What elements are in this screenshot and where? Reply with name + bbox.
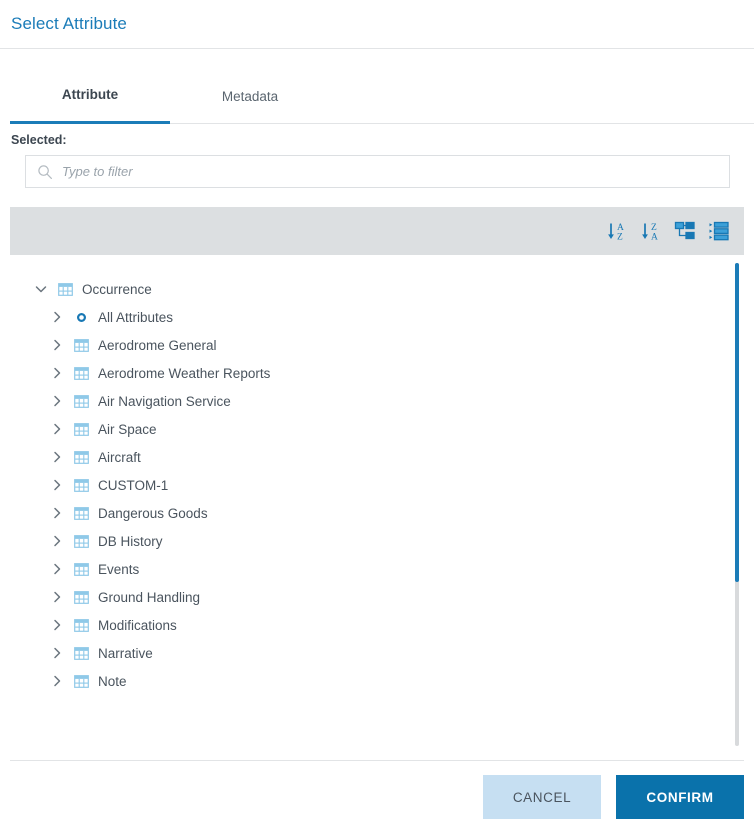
svg-text:A: A — [651, 233, 658, 243]
chevron-right-icon[interactable] — [50, 590, 64, 604]
table-icon — [74, 674, 89, 688]
tree-node-db-history[interactable]: DB History — [34, 527, 754, 555]
chevron-right-icon[interactable] — [50, 646, 64, 660]
tree-node-aerodrome-general[interactable]: Aerodrome General — [34, 331, 754, 359]
chevron-right-icon[interactable] — [50, 618, 64, 632]
table-icon — [74, 422, 89, 436]
tab-metadata[interactable]: Metadata — [180, 68, 320, 124]
tree-node-all-attributes[interactable]: All Attributes — [34, 303, 754, 331]
selected-row: Selected: — [0, 124, 754, 155]
tab-metadata-label: Metadata — [221, 88, 279, 104]
table-icon — [74, 506, 89, 520]
sort-ascending-alpha-icon: A Z — [608, 223, 624, 243]
tree-node-label: Modifications — [98, 617, 177, 633]
tree-node-air-navigation-service[interactable]: Air Navigation Service — [34, 387, 754, 415]
table-icon — [74, 618, 89, 632]
tree-toolbar: A Z Z A — [10, 207, 744, 255]
tab-bar: Attribute Metadata — [0, 49, 754, 124]
tree-scrollbar[interactable] — [735, 263, 739, 746]
chevron-right-icon[interactable] — [50, 450, 64, 464]
tree-node-label: Occurrence — [82, 281, 152, 297]
tree-node-label: Dangerous Goods — [98, 505, 208, 521]
tree-node-modifications[interactable]: Modifications — [34, 611, 754, 639]
tree-node-label: CUSTOM-1 — [98, 477, 169, 493]
tree-node-label: Aerodrome General — [98, 337, 217, 353]
tree-node-label: Narrative — [98, 645, 153, 661]
tree-node-narrative[interactable]: Narrative — [34, 639, 754, 667]
tree-node-root[interactable]: Occurrence — [34, 275, 754, 303]
page-title: Select Attribute — [11, 14, 127, 33]
tree-node-label: Aircraft — [98, 449, 141, 465]
attribute-tree: Occurrence All Attributes Aerodrome Gene… — [0, 275, 754, 760]
svg-text:Z: Z — [617, 233, 623, 243]
table-icon — [74, 562, 89, 576]
sort-descending-alpha-icon: Z A — [642, 223, 658, 243]
chevron-right-icon[interactable] — [50, 338, 64, 352]
filter-box[interactable] — [25, 155, 730, 188]
chevron-right-icon[interactable] — [50, 422, 64, 436]
chevron-right-icon[interactable] — [50, 562, 64, 576]
svg-text:A: A — [617, 223, 624, 233]
tree-node-label: Air Space — [98, 421, 157, 437]
table-icon — [74, 450, 89, 464]
attribute-tree-region: Occurrence All Attributes Aerodrome Gene… — [0, 255, 754, 760]
table-icon — [74, 478, 89, 492]
confirm-button[interactable]: CONFIRM — [616, 775, 744, 819]
circle-dot-icon — [76, 312, 87, 322]
tree-node-label: DB History — [98, 533, 163, 549]
filter-wrapper — [0, 155, 754, 201]
tree-node-events[interactable]: Events — [34, 555, 754, 583]
cancel-button[interactable]: CANCEL — [483, 775, 601, 819]
table-icon — [74, 394, 89, 408]
table-icon — [74, 646, 89, 660]
dialog-footer: CANCEL CONFIRM — [10, 760, 744, 833]
search-input[interactable] — [62, 164, 729, 179]
table-icon — [74, 338, 89, 352]
sort-az-button[interactable]: A Z — [600, 214, 634, 248]
tree-view-button[interactable] — [668, 214, 702, 248]
svg-text:Z: Z — [651, 223, 657, 233]
list-view-button[interactable] — [702, 214, 736, 248]
chevron-right-icon[interactable] — [50, 310, 64, 324]
tree-node-dangerous-goods[interactable]: Dangerous Goods — [34, 499, 754, 527]
chevron-right-icon[interactable] — [50, 366, 64, 380]
chevron-down-icon[interactable] — [34, 282, 48, 296]
search-icon — [38, 164, 52, 179]
chevron-right-icon[interactable] — [50, 478, 64, 492]
tree-node-aircraft[interactable]: Aircraft — [34, 443, 754, 471]
chevron-right-icon[interactable] — [50, 534, 64, 548]
table-icon — [74, 534, 89, 548]
sort-za-button[interactable]: Z A — [634, 214, 668, 248]
tree-node-label: Note — [98, 673, 127, 689]
table-icon — [74, 590, 89, 604]
tree-node-aerodrome-weather-reports[interactable]: Aerodrome Weather Reports — [34, 359, 754, 387]
tree-node-label: Air Navigation Service — [98, 393, 231, 409]
hierarchy-tree-icon — [674, 221, 695, 240]
tree-node-ground-handling[interactable]: Ground Handling — [34, 583, 754, 611]
tab-attribute[interactable]: Attribute — [10, 68, 170, 124]
tree-node-label: All Attributes — [98, 309, 174, 325]
table-icon — [74, 366, 89, 380]
chevron-right-icon[interactable] — [50, 394, 64, 408]
chevron-right-icon[interactable] — [50, 506, 64, 520]
table-icon — [58, 282, 73, 296]
tree-node-label: Ground Handling — [98, 589, 201, 605]
flat-list-icon — [709, 221, 729, 241]
dialog-header: Select Attribute — [0, 0, 754, 49]
tree-node-note[interactable]: Note — [34, 667, 754, 695]
tree-scrollbar-thumb[interactable] — [735, 263, 739, 582]
select-attribute-dialog: Select Attribute Attribute Metadata Sele… — [0, 0, 754, 833]
tree-node-label: Events — [98, 561, 140, 577]
chevron-right-icon[interactable] — [50, 674, 64, 688]
tree-node-air-space[interactable]: Air Space — [34, 415, 754, 443]
tab-attribute-label: Attribute — [61, 87, 119, 102]
tree-node-label: Aerodrome Weather Reports — [98, 365, 271, 381]
tree-node-custom-1[interactable]: CUSTOM-1 — [34, 471, 754, 499]
selected-label: Selected: — [11, 132, 67, 147]
